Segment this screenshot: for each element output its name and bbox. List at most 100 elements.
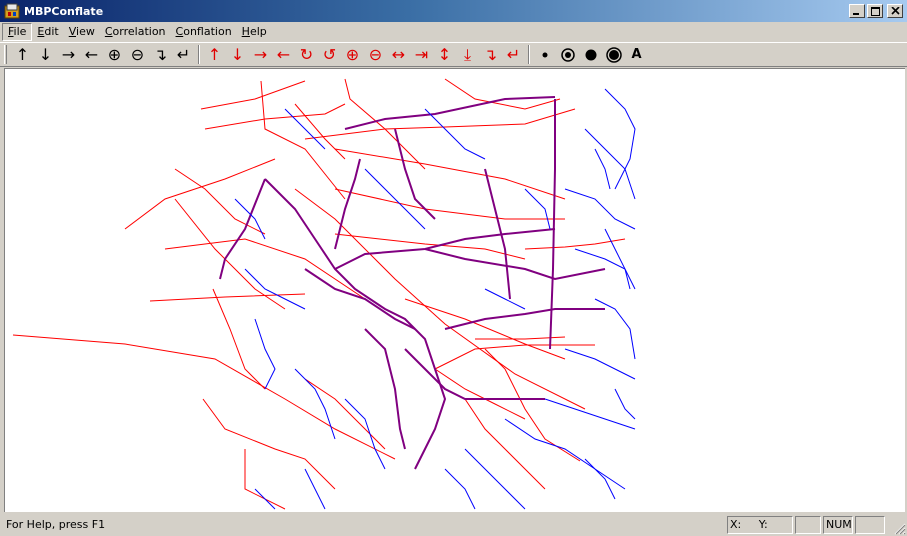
maximize-icon <box>870 6 880 16</box>
conflated-road <box>364 328 406 450</box>
minimize-button[interactable] <box>849 4 865 18</box>
menu-accelerator: C <box>104 25 113 38</box>
pan-down-icon: ↓ <box>38 44 53 64</box>
menu-label: dit <box>44 25 59 38</box>
num-lock-indicator: NUM <box>823 516 853 534</box>
layer-turn-right-icon: ↴ <box>483 44 498 64</box>
menu-help[interactable]: Help <box>237 23 272 41</box>
target-road <box>244 449 286 510</box>
menu-correlation[interactable]: Correlation <box>100 23 171 41</box>
reference-road <box>304 468 326 510</box>
pan-right-icon: → <box>61 44 76 64</box>
pan-down-button[interactable]: ↓ <box>34 44 57 66</box>
conflated-road <box>334 228 556 270</box>
pan-right-button[interactable]: → <box>57 44 80 66</box>
status-pane-empty <box>795 516 821 534</box>
double-ring-point-button[interactable] <box>602 44 625 66</box>
zoom-in-button[interactable]: ⊕ <box>103 44 126 66</box>
road-network-map[interactable] <box>5 69 906 513</box>
turn-right-button[interactable]: ↴ <box>149 44 172 66</box>
menu-label: orrelation <box>112 25 166 38</box>
reference-road <box>604 88 636 190</box>
target-road <box>174 168 266 235</box>
x-coordinate-label: X: <box>730 518 742 531</box>
layer-turn-right-button[interactable]: ↴ <box>479 44 502 66</box>
reference-road <box>564 188 636 230</box>
layer-down-button[interactable]: ↓ <box>226 44 249 66</box>
menu-view[interactable]: View <box>64 23 100 41</box>
shrink-horizontal-button[interactable]: ⇥ <box>410 44 433 66</box>
rotate-ccw-button[interactable]: ↺ <box>318 44 341 66</box>
target-road <box>434 368 526 420</box>
menu-label: onflation <box>183 25 232 38</box>
target-road <box>334 188 565 220</box>
zoom-out-icon: ⊖ <box>130 44 145 64</box>
title-bar[interactable]: MBPConflate <box>0 0 907 22</box>
stretch-horizontal-button[interactable]: ↔ <box>387 44 410 66</box>
shrink-vertical-button[interactable]: ⤓ <box>456 44 479 66</box>
pan-left-button[interactable]: ← <box>80 44 103 66</box>
target-road <box>294 103 346 160</box>
map-canvas[interactable] <box>4 68 905 512</box>
shrink-vertical-icon: ⤓ <box>463 44 472 64</box>
target-road <box>344 78 426 170</box>
layer-left-icon: ← <box>276 44 291 64</box>
menu-file[interactable]: File <box>2 23 33 41</box>
target-road <box>200 80 306 110</box>
app-window: MBPConflate File Edit View Correlation Confl… <box>0 0 907 536</box>
target-road <box>174 198 286 310</box>
toolbar-grip[interactable] <box>4 45 7 64</box>
ring-point-icon <box>560 47 575 62</box>
layer-zoom-out-button[interactable]: ⊖ <box>364 44 387 66</box>
layer-zoom-in-button[interactable]: ⊕ <box>341 44 364 66</box>
layer-up-button[interactable]: ↑ <box>203 44 226 66</box>
reference-road <box>564 348 636 380</box>
close-icon <box>890 7 900 15</box>
coordinate-pane: X: Y: <box>727 516 793 534</box>
layer-turn-left-icon: ↵ <box>506 44 521 64</box>
toolbar-separator <box>198 45 200 64</box>
reference-road <box>504 418 626 490</box>
layer-turn-left-button[interactable]: ↵ <box>502 44 525 66</box>
menu-label: elp <box>249 25 267 38</box>
target-road <box>294 188 586 410</box>
layer-right-button[interactable]: → <box>249 44 272 66</box>
conflated-road <box>404 348 545 400</box>
size-grip-icon[interactable] <box>894 523 906 535</box>
zoom-in-icon: ⊕ <box>107 44 122 64</box>
reference-road <box>254 488 276 510</box>
stretch-vertical-button[interactable]: ↕ <box>433 44 456 66</box>
menu-edit[interactable]: Edit <box>32 23 63 41</box>
caption-buttons <box>849 4 903 18</box>
status-bar: For Help, press F1 X: Y: NUM <box>0 514 907 536</box>
small-point-icon <box>542 52 547 57</box>
target-road <box>12 334 396 460</box>
text-label-button[interactable]: A <box>625 44 648 66</box>
shrink-horizontal-icon: ⇥ <box>414 44 429 64</box>
menu-conflation[interactable]: Conflation <box>171 23 237 41</box>
conflated-road <box>444 308 605 330</box>
maximize-button[interactable] <box>867 4 883 18</box>
reference-road <box>614 388 636 420</box>
pan-left-icon: ← <box>84 44 99 64</box>
layer-zoom-out-icon: ⊖ <box>368 44 383 64</box>
toolbar: ↑ ↓ → ← ⊕ ⊖ ↴ ↵ ↑ ↓ → ← ↻ ↺ ⊕ ⊖ ↔ ⇥ ↕ ⤓ ↴ ↵ A <box>0 42 907 67</box>
menu-bar: File Edit View Correlation Conflation Help <box>0 22 907 42</box>
ring-point-button[interactable] <box>556 44 579 66</box>
reference-road <box>444 468 476 510</box>
zoom-out-button[interactable]: ⊖ <box>126 44 149 66</box>
conflated-road <box>304 268 416 330</box>
minimize-icon <box>853 13 859 15</box>
close-button[interactable] <box>887 4 903 18</box>
large-point-button[interactable] <box>579 44 602 66</box>
small-point-button[interactable] <box>533 44 556 66</box>
rotate-cw-icon: ↻ <box>299 44 314 64</box>
target-road <box>464 398 546 490</box>
rotate-cw-button[interactable]: ↻ <box>295 44 318 66</box>
app-icon[interactable] <box>4 3 20 19</box>
target-road <box>444 78 561 110</box>
turn-left-button[interactable]: ↵ <box>172 44 195 66</box>
reference-road <box>244 268 306 310</box>
pan-up-button[interactable]: ↑ <box>11 44 34 66</box>
layer-left-button[interactable]: ← <box>272 44 295 66</box>
